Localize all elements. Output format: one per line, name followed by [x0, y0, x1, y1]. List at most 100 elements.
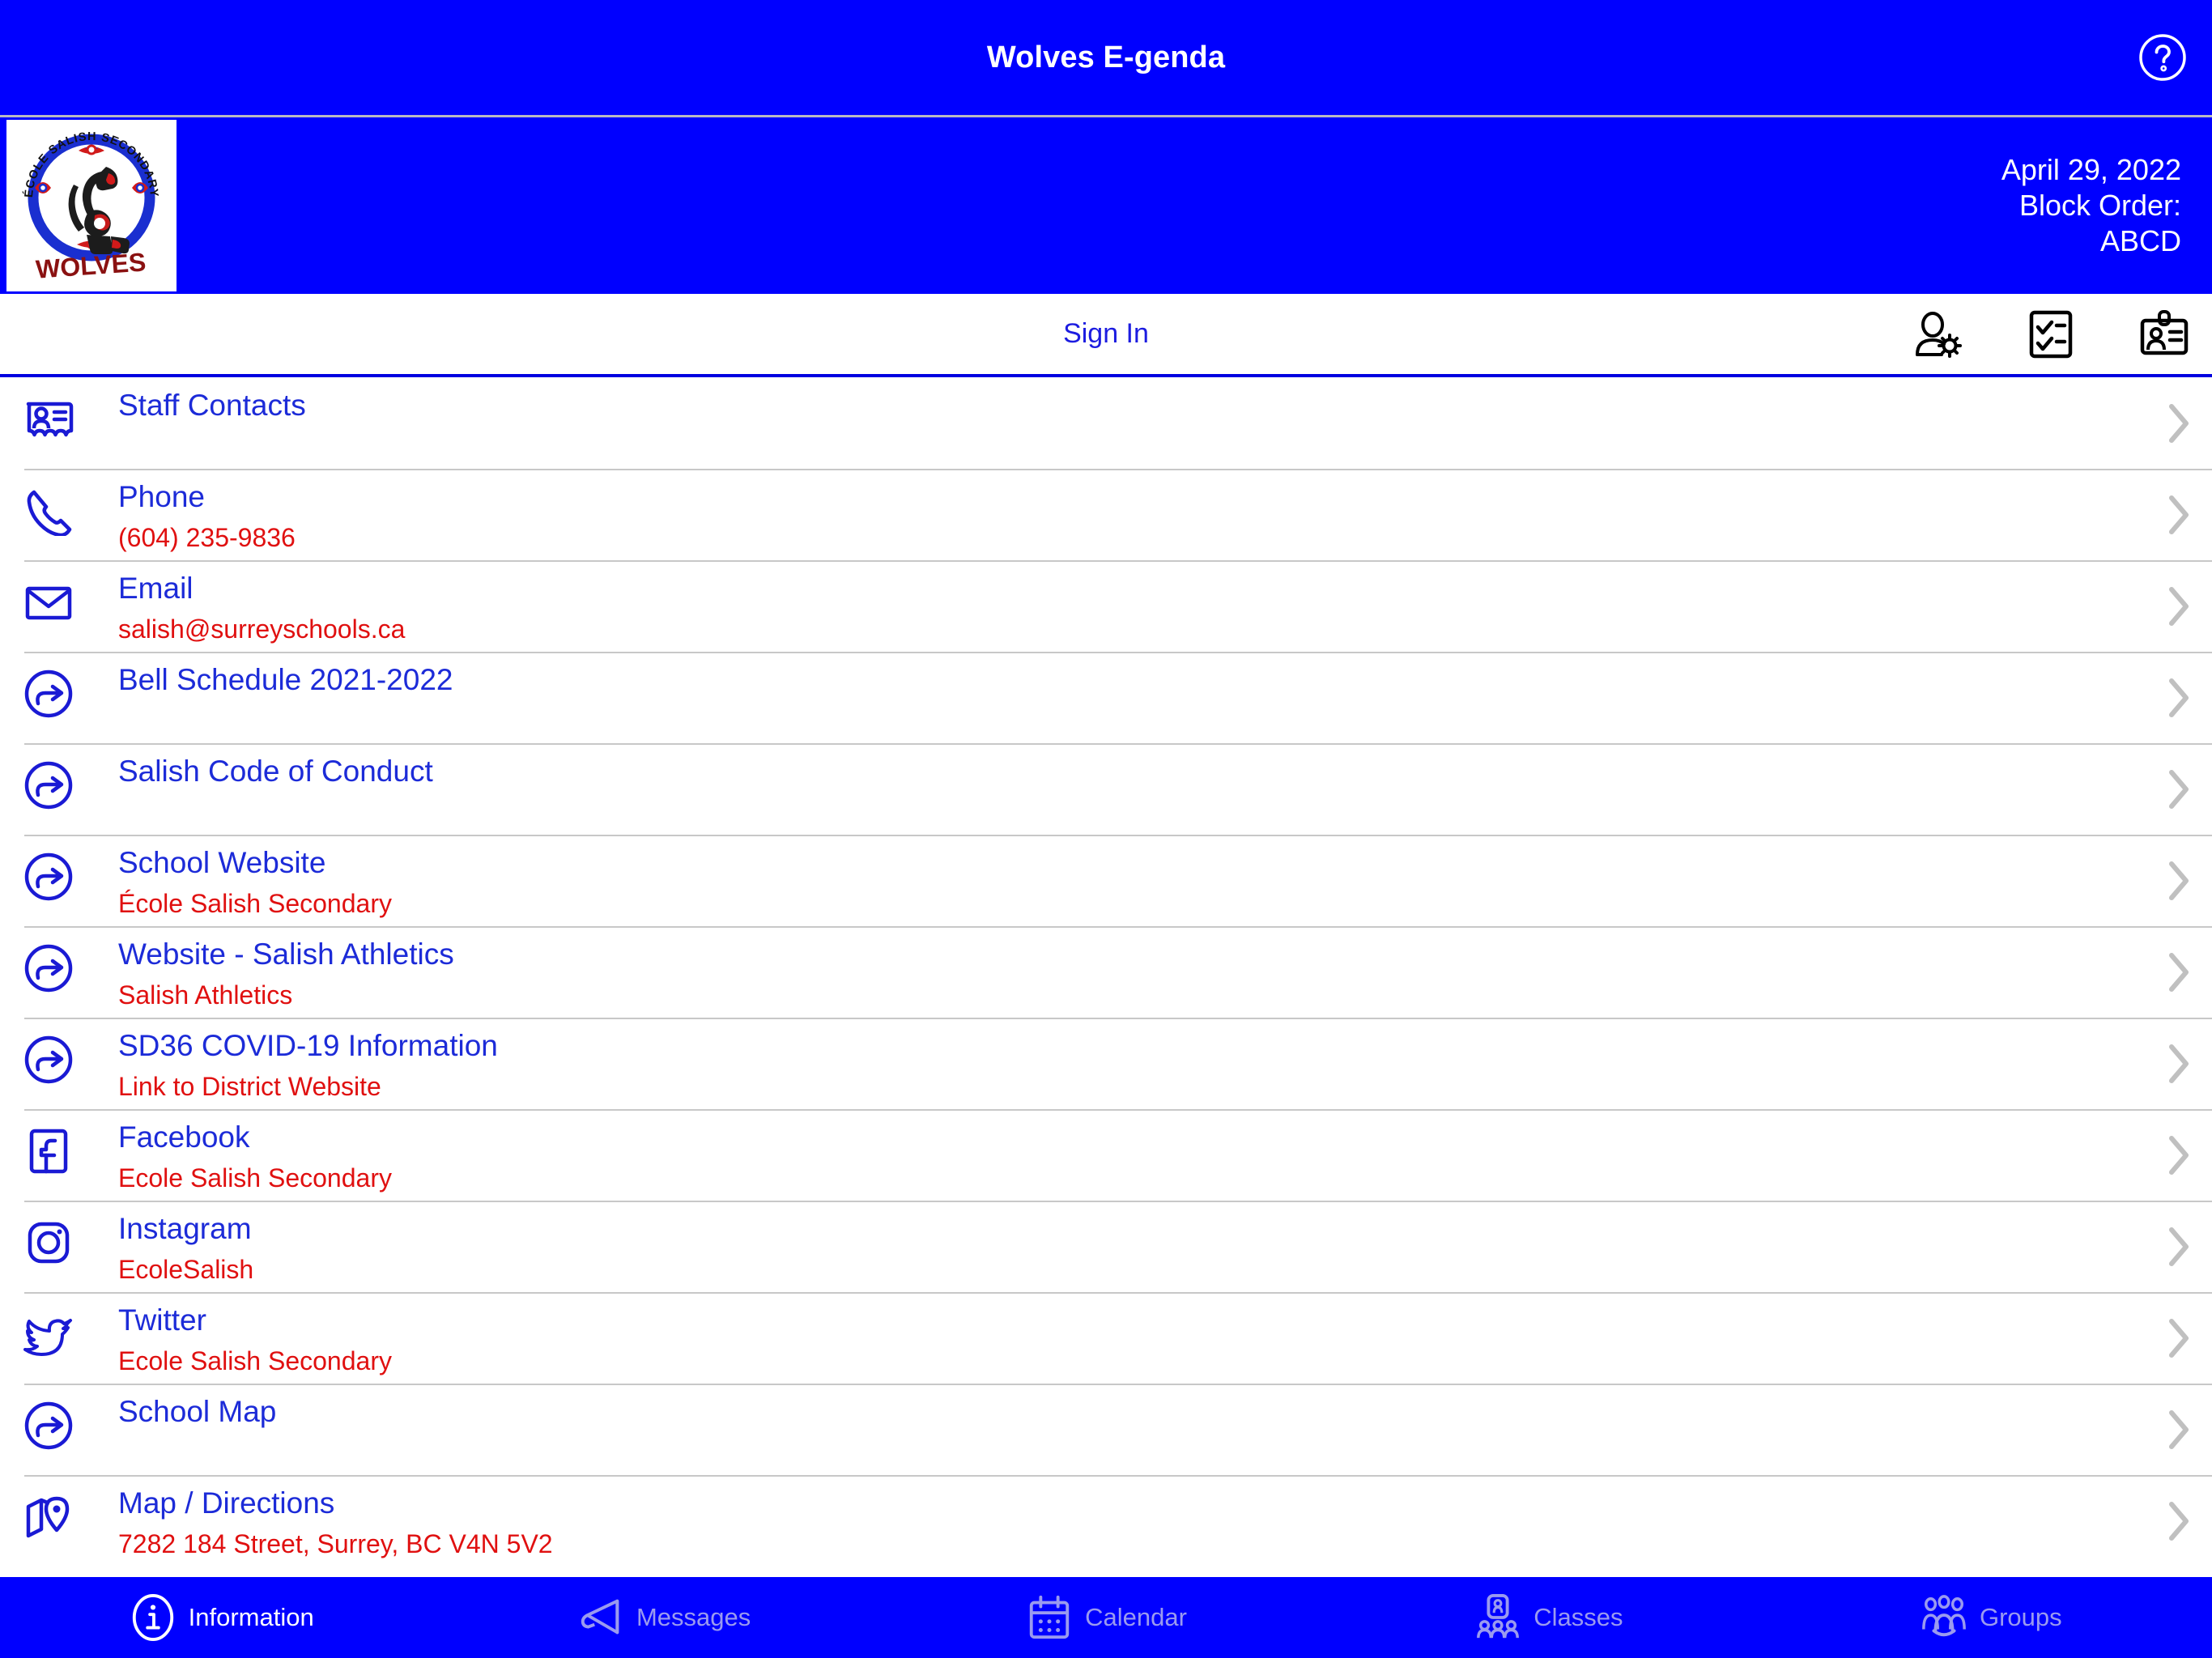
chevron-right-icon: [2169, 1135, 2189, 1175]
list-item[interactable]: Staff Contacts: [0, 377, 2212, 469]
information-list[interactable]: Staff Contacts Phone (604) 235-9836 Emai…: [0, 377, 2212, 1577]
tab-label: Groups: [1979, 1603, 2062, 1631]
list-item-text: Bell Schedule 2021-2022: [78, 652, 2155, 698]
facebook-icon: [19, 1122, 78, 1180]
list-item-sublabel: salish@surreyschools.ca: [118, 614, 406, 644]
row-separator: [24, 1018, 2212, 1019]
external-link-icon: [19, 665, 78, 723]
chevron-right-icon: [2169, 769, 2189, 809]
list-item-text: School Website École Salish Secondary: [78, 835, 2155, 918]
list-item[interactable]: Instagram EcoleSalish: [0, 1201, 2212, 1292]
list-item-label: Phone: [118, 480, 205, 513]
list-item-label: Staff Contacts: [118, 389, 306, 422]
list-item-sublabel: Ecole Salish Secondary: [118, 1346, 392, 1375]
list-item[interactable]: Salish Code of Conduct: [0, 743, 2212, 835]
row-separator: [24, 652, 2212, 653]
chevron-right-icon: [2169, 586, 2189, 626]
tab-groups[interactable]: Groups: [1770, 1593, 2212, 1642]
list-item-text: Staff Contacts: [78, 377, 2155, 423]
list-item[interactable]: Phone (604) 235-9836: [0, 469, 2212, 560]
instagram-icon: [19, 1214, 78, 1272]
list-item-label: Facebook: [118, 1120, 250, 1154]
list-item-sublabel: 7282 184 Street, Surrey, BC V4N 5V2: [118, 1528, 553, 1558]
chevron-right-icon: [2169, 1501, 2189, 1541]
list-item-sublabel: École Salish Secondary: [118, 888, 392, 918]
list-item-label: SD36 COVID-19 Information: [118, 1029, 498, 1062]
list-item[interactable]: SD36 COVID-19 Information Link to Distri…: [0, 1018, 2212, 1109]
phone-icon: [19, 482, 78, 540]
megaphone-icon: [581, 1599, 619, 1635]
external-link-icon: [19, 1031, 78, 1089]
list-item-label: School Website: [118, 846, 326, 879]
list-item[interactable]: School Map: [0, 1384, 2212, 1475]
list-item[interactable]: Website - Salish Athletics Salish Athlet…: [0, 926, 2212, 1018]
list-item-sublabel: Ecole Salish Secondary: [118, 1163, 392, 1192]
map-pin-icon: [19, 1488, 78, 1546]
list-item-text: Phone (604) 235-9836: [78, 469, 2155, 552]
sign-in-toolbar: Sign In: [0, 294, 2212, 377]
chevron-right-icon: [2169, 952, 2189, 992]
user-settings-icon[interactable]: [1912, 309, 1963, 359]
toolbar-icon-group: [1912, 309, 2189, 359]
page-title: Wolves E-genda: [986, 40, 1226, 74]
help-button[interactable]: [2138, 32, 2188, 83]
block-order-value: ABCD: [2099, 223, 2181, 257]
chevron-right-icon: [2169, 678, 2189, 717]
list-item-label: Email: [118, 572, 194, 605]
list-item-label: Bell Schedule 2021-2022: [118, 663, 453, 696]
list-item-text: Salish Code of Conduct: [78, 743, 2155, 789]
id-badge-icon[interactable]: [2139, 309, 2189, 359]
external-link-icon: [19, 756, 78, 814]
contact-card-icon: [19, 390, 78, 449]
row-separator: [24, 1201, 2212, 1202]
list-item[interactable]: School Website École Salish Secondary: [0, 835, 2212, 926]
tab-messages[interactable]: Messages: [442, 1593, 884, 1642]
chevron-right-icon: [2169, 1409, 2189, 1449]
list-item-sublabel: Salish Athletics: [118, 980, 293, 1010]
list-item-label: Salish Code of Conduct: [118, 755, 433, 788]
chevron-right-icon: [2169, 1044, 2189, 1083]
list-item[interactable]: Bell Schedule 2021-2022: [0, 652, 2212, 743]
external-link-icon: [19, 1397, 78, 1455]
row-separator: [24, 560, 2212, 562]
list-item-text: School Map: [78, 1384, 2155, 1430]
tab-classes[interactable]: Classes: [1327, 1593, 1769, 1642]
list-item[interactable]: Email salish@surreyschools.ca: [0, 560, 2212, 652]
list-item-label: Map / Directions: [118, 1486, 335, 1520]
tab-label: Calendar: [1085, 1603, 1187, 1631]
list-item-text: Twitter Ecole Salish Secondary: [78, 1292, 2155, 1375]
row-separator: [24, 743, 2212, 745]
external-link-icon: [19, 939, 78, 997]
list-item[interactable]: Map / Directions 7282 184 Street, Surrey…: [0, 1475, 2212, 1567]
list-item-label: Twitter: [118, 1303, 206, 1337]
chevron-right-icon: [2169, 403, 2189, 443]
list-item-sublabel: Link to District Website: [118, 1071, 381, 1101]
row-separator: [24, 1384, 2212, 1385]
block-order-label: Block Order:: [2018, 189, 2181, 223]
twitter-icon: [19, 1305, 78, 1363]
row-separator: [24, 926, 2212, 928]
row-separator: [24, 835, 2212, 836]
list-item-label: Instagram: [118, 1212, 252, 1245]
tab-label: Messages: [636, 1603, 751, 1631]
list-item[interactable]: Facebook Ecole Salish Secondary: [0, 1109, 2212, 1201]
row-separator: [24, 1109, 2212, 1111]
list-item-text: Instagram EcoleSalish: [78, 1201, 2155, 1284]
calendar-icon: [1029, 1595, 1070, 1639]
email-icon: [19, 573, 78, 631]
chevron-right-icon: [2169, 495, 2189, 534]
school-header-band: ÉCOLE SALISH SECONDARY WOLVES April 29, …: [0, 117, 2212, 294]
wolves-crest-icon: ÉCOLE SALISH SECONDARY WOLVES: [11, 125, 172, 287]
groups-icon: [1922, 1595, 1966, 1637]
classes-icon: [1477, 1593, 1520, 1639]
sign-in-button[interactable]: Sign In: [0, 318, 2212, 350]
tab-information[interactable]: Information: [0, 1593, 442, 1642]
row-separator: [24, 1292, 2212, 1294]
row-separator: [24, 469, 2212, 470]
tab-calendar[interactable]: Calendar: [885, 1593, 1327, 1642]
title-bar: Wolves E-genda: [0, 0, 2212, 117]
checklist-icon[interactable]: [2026, 309, 2076, 359]
bottom-tab-bar: Information Messages Calendar Classes Gr…: [0, 1577, 2212, 1658]
tab-label: Classes: [1534, 1603, 1623, 1631]
list-item[interactable]: Twitter Ecole Salish Secondary: [0, 1292, 2212, 1384]
